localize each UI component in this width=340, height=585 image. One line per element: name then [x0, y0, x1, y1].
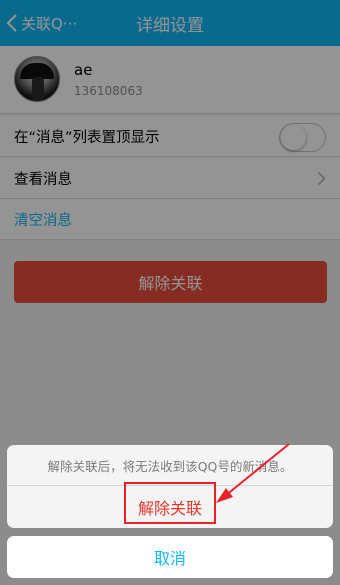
action-sheet-message: 解除关联后，将无法收到该QQ号的新消息。 — [7, 445, 333, 486]
cancel-label: 取消 — [153, 549, 186, 568]
annotation-highlight-box — [124, 482, 216, 524]
cancel-button[interactable]: 取消 — [7, 536, 333, 578]
